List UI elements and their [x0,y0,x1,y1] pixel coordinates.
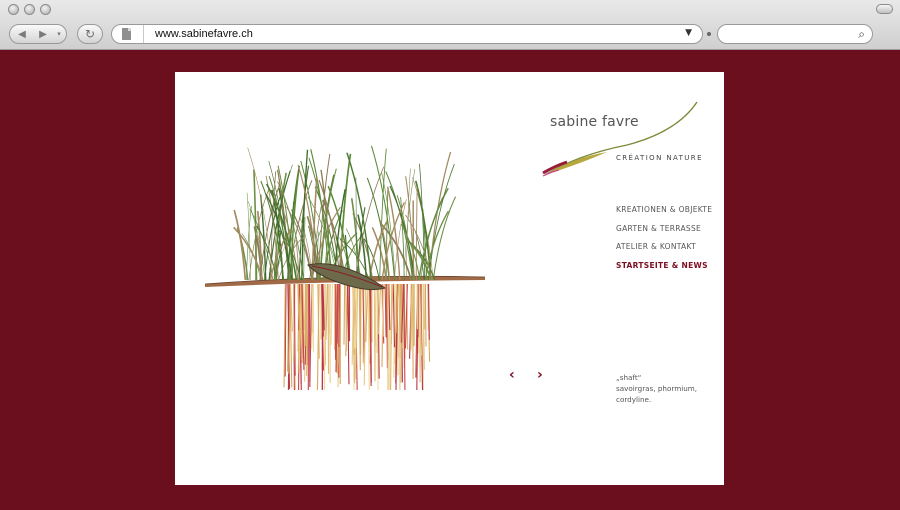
chevron-down-icon: ▾ [57,30,61,38]
url-dropdown-icon[interactable]: ▼ [685,28,692,38]
brand-name: sabine favre [550,114,639,130]
address-divider [143,25,144,43]
url-text[interactable]: www.sabinefavre.ch [155,28,253,40]
prev-image-button[interactable]: ‹ [509,368,515,382]
minimize-window-button[interactable] [24,4,35,15]
address-bar[interactable]: www.sabinefavre.ch ▼ [111,24,703,44]
forward-button[interactable]: ▶ [34,25,52,43]
reload-button[interactable]: ↻ [77,24,103,44]
menu-item-kreationen[interactable]: KREATIONEN & OBJEKTE [616,205,712,214]
reload-icon: ↻ [84,27,96,41]
browser-toolbar: ◀ ▶ ▾ ↻ www.sabinefavre.ch ▼ ⌕ [0,0,900,50]
roots [283,283,431,390]
logo-grass-icon [542,101,698,177]
web-page-content: sabine favre CRÉATION NATURE KREATIONEN … [175,72,724,485]
artwork-image [204,145,486,390]
page-icon [122,28,131,40]
zoom-window-button[interactable] [40,4,51,15]
artwork-caption: „shaft“ savoirgras, phormium, cordyline. [616,372,697,405]
menu-item-startseite[interactable]: STARTSEITE & NEWS [616,261,712,270]
grass-blades [233,145,457,281]
caption-line-2: cordyline. [616,395,652,404]
toolbar-toggle-button[interactable] [876,4,893,14]
menu-item-garten[interactable]: GARTEN & TERRASSE [616,224,712,233]
back-arrow-icon: ◀ [18,28,26,40]
magnifier-icon: ⌕ [858,27,865,41]
separator-dot [707,32,711,36]
forward-arrow-icon: ▶ [39,28,47,40]
history-dropdown[interactable]: ▾ [53,25,65,43]
search-field[interactable]: ⌕ [717,24,873,44]
menu-item-atelier[interactable]: ATELIER & KONTAKT [616,242,712,251]
caption-line-1: savoirgras, phormium, [616,384,698,393]
next-image-button[interactable]: › [537,368,543,382]
brand-tagline: CRÉATION NATURE [616,154,703,162]
caption-title: „shaft“ [616,373,642,382]
main-menu: KREATIONEN & OBJEKTE GARTEN & TERRASSE A… [616,205,712,279]
back-button[interactable]: ◀ [12,25,32,43]
close-window-button[interactable] [8,4,19,15]
navigation-buttons: ◀ ▶ ▾ [9,24,67,44]
